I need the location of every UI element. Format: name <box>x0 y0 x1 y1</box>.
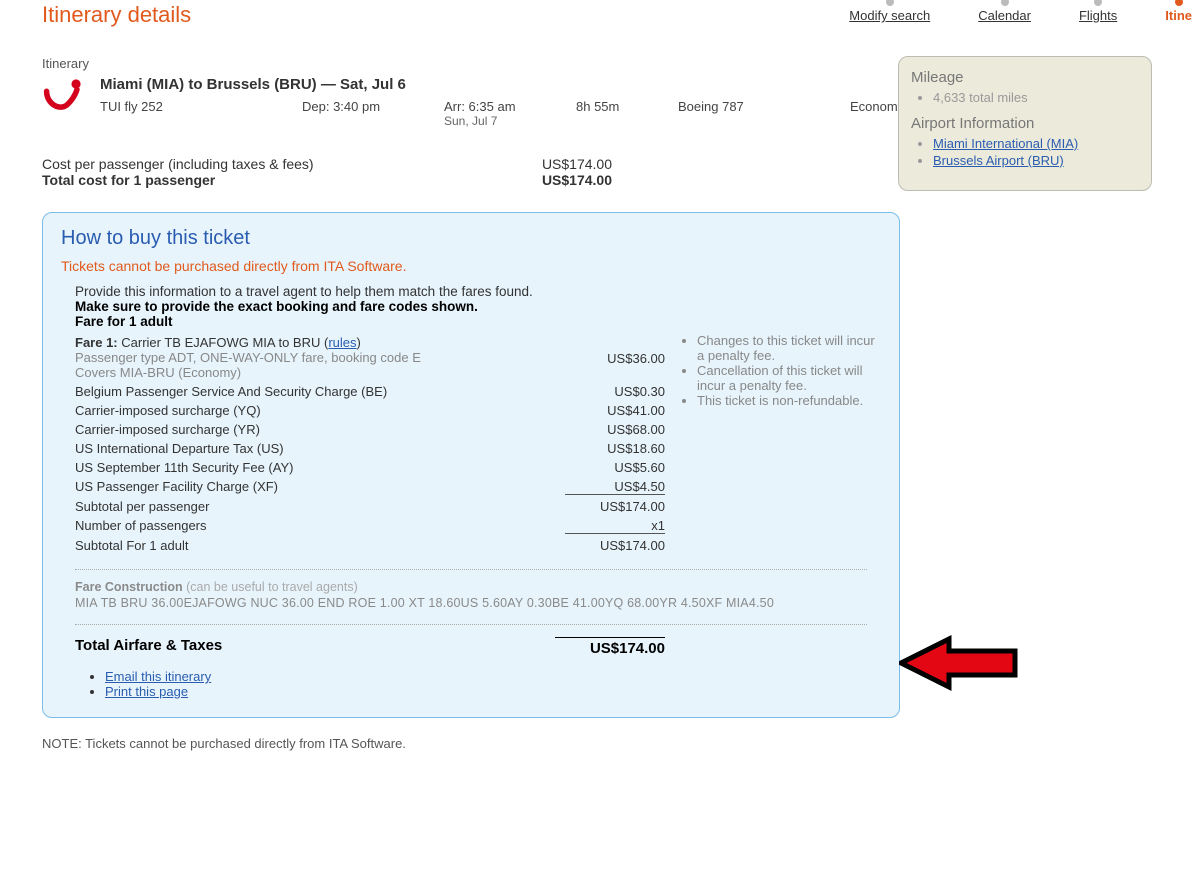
subtotal-pax-amt: US$174.00 <box>565 499 665 514</box>
how-to-buy-title: How to buy this ticket <box>61 227 881 250</box>
body: Mileage 4,633 total miles Airport Inform… <box>42 56 1188 718</box>
nav-modify-search[interactable]: Modify search <box>849 0 930 23</box>
actions: Email this itinerary Print this page <box>75 669 867 699</box>
tax-row-desc: Carrier-imposed surcharge (YQ) <box>75 403 565 418</box>
cost-per-pax-value: US$174.00 <box>492 156 612 172</box>
fare1-sub1: Passenger type ADT, ONE-WAY-ONLY fare, b… <box>75 350 565 365</box>
side-panel: Mileage 4,633 total miles Airport Inform… <box>898 56 1152 191</box>
num-pax-desc: Number of passengers <box>75 518 565 533</box>
footnote: NOTE: Tickets cannot be purchased direct… <box>42 736 1200 751</box>
airport-info-heading: Airport Information <box>911 115 1139 132</box>
itinerary-details: Miami (MIA) to Brussels (BRU) — Sat, Jul… <box>100 75 925 128</box>
tax-row-amt: US$18.60 <box>565 441 665 456</box>
instruction-line-1: Provide this information to a travel age… <box>75 284 881 299</box>
email-itinerary-link[interactable]: Email this itinerary <box>105 669 211 684</box>
progress-nav: Modify search Calendar Flights Itine <box>849 0 1200 31</box>
nav-flights[interactable]: Flights <box>1079 0 1117 23</box>
total-airfare-label: Total Airfare & Taxes <box>75 637 555 657</box>
print-page-link[interactable]: Print this page <box>105 684 188 699</box>
equipment: Boeing 787 <box>678 99 818 128</box>
arrival-time: Arr: 6:35 am <box>444 99 544 114</box>
fare1-sub2: Covers MIA-BRU (Economy) <box>75 365 565 380</box>
cost-summary: Cost per passenger (including taxes & fe… <box>42 156 912 188</box>
fare-for-label: Fare for 1 adult <box>75 314 173 329</box>
departure-time: Dep: 3:40 pm <box>302 99 412 128</box>
fare1-close: ) <box>357 335 361 350</box>
fare-rule-item: Cancellation of this ticket will incur a… <box>697 363 881 393</box>
airline-logo <box>42 75 88 115</box>
mileage-heading: Mileage <box>911 69 1139 86</box>
flight-number: TUI fly 252 <box>100 99 270 128</box>
subtotal-adult-desc: Subtotal For 1 adult <box>75 538 565 553</box>
nav-itinerary[interactable]: Itine <box>1165 0 1192 23</box>
instructions: Provide this information to a travel age… <box>75 284 881 329</box>
itinerary-label: Itinerary <box>42 56 912 71</box>
tax-row-amt: US$41.00 <box>565 403 665 418</box>
fare-construction-title: Fare Construction <box>75 580 183 594</box>
page: Modify search Calendar Flights Itine Iti… <box>0 0 1200 881</box>
fare-construction-block: Fare Construction (can be useful to trav… <box>75 569 867 610</box>
fare1-amount: US$36.00 <box>565 335 665 366</box>
fare1-text: Carrier TB EJAFOWG MIA to BRU ( <box>118 335 329 350</box>
purchase-warning: Tickets cannot be purchased directly fro… <box>61 258 881 274</box>
tax-row-amt: US$68.00 <box>565 422 665 437</box>
fare-table: Fare 1: Carrier TB EJAFOWG MIA to BRU (r… <box>75 333 665 555</box>
tax-row-desc: Carrier-imposed surcharge (YR) <box>75 422 565 437</box>
fare-rule-item: Changes to this ticket will incur a pena… <box>697 333 881 363</box>
total-cost-label: Total cost for 1 passenger <box>42 172 492 188</box>
duration: 8h 55m <box>576 99 646 128</box>
itinerary-row: Miami (MIA) to Brussels (BRU) — Sat, Jul… <box>42 75 912 128</box>
main-column: Itinerary Miami (MIA) to Brussels (BRU) … <box>42 56 912 718</box>
total-row: Total Airfare & Taxes US$174.00 <box>75 624 867 657</box>
instruction-line-2: Make sure to provide the exact booking a… <box>75 299 478 314</box>
fare1-label: Fare 1: <box>75 335 118 350</box>
tax-row-amt: US$5.60 <box>565 460 665 475</box>
airport-link-mia[interactable]: Miami International (MIA) <box>933 136 1078 151</box>
fare-area: Fare 1: Carrier TB EJAFOWG MIA to BRU (r… <box>75 333 881 555</box>
nav-calendar[interactable]: Calendar <box>978 0 1031 23</box>
fare-construction-string: MIA TB BRU 36.00EJAFOWG NUC 36.00 END RO… <box>75 596 867 610</box>
tax-row-desc: Belgium Passenger Service And Security C… <box>75 384 565 399</box>
how-to-buy-box: How to buy this ticket Tickets cannot be… <box>42 212 900 718</box>
tax-row-amt: US$0.30 <box>565 384 665 399</box>
subtotal-adult-amt: US$174.00 <box>565 538 665 553</box>
fare-rule-item: This ticket is non-refundable. <box>697 393 881 408</box>
total-airfare-value: US$174.00 <box>555 637 665 657</box>
total-cost-value: US$174.00 <box>492 172 612 188</box>
tax-row-desc: US Passenger Facility Charge (XF) <box>75 479 565 494</box>
fare-rules-column: Changes to this ticket will incur a pena… <box>665 333 881 555</box>
tax-row-amt: US$4.50 <box>565 479 665 495</box>
tax-row-desc: US International Departure Tax (US) <box>75 441 565 456</box>
fare-construction-note: (can be useful to travel agents) <box>183 580 358 594</box>
annotation-arrow-icon <box>899 633 1019 696</box>
route-text: Miami (MIA) to Brussels (BRU) — Sat, Jul… <box>100 76 406 93</box>
arrival-date: Sun, Jul 7 <box>444 114 544 128</box>
num-pax-amt: x1 <box>565 518 665 534</box>
cost-per-pax-label: Cost per passenger (including taxes & fe… <box>42 156 492 172</box>
mileage-value: 4,633 total miles <box>933 90 1139 105</box>
airport-link-bru[interactable]: Brussels Airport (BRU) <box>933 153 1064 168</box>
fare-rules-link[interactable]: rules <box>328 335 356 350</box>
subtotal-pax-desc: Subtotal per passenger <box>75 499 565 514</box>
tax-row-desc: US September 11th Security Fee (AY) <box>75 460 565 475</box>
